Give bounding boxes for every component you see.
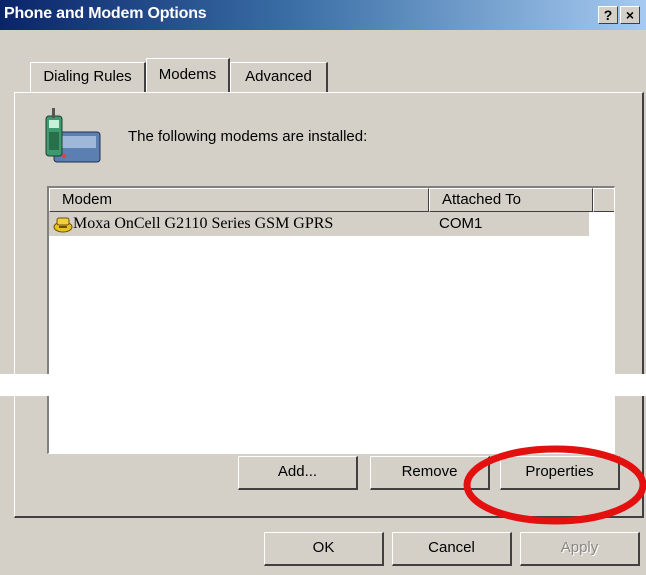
table-row[interactable]: Moxa OnCell G2110 Series GSM GPRS COM1 (49, 212, 589, 236)
screenshot-gap (0, 374, 646, 396)
phone-modem-icon (45, 108, 101, 163)
tab-modems[interactable]: Modems (146, 58, 230, 92)
modem-port: COM1 (439, 215, 483, 232)
properties-button[interactable]: Properties (500, 456, 620, 490)
modem-icon (53, 217, 73, 233)
modem-name: Moxa OnCell G2110 Series GSM GPRS (73, 215, 334, 232)
tab-advanced[interactable]: Advanced (230, 62, 328, 92)
phone-modem-options-window: Phone and Modem Options ? × Dialing Rule… (0, 0, 646, 575)
ok-button[interactable]: OK (264, 532, 384, 566)
intro-text: The following modems are installed: (128, 128, 368, 145)
tab-dialing-rules[interactable]: Dialing Rules (30, 62, 146, 92)
column-header-modem[interactable]: Modem (49, 188, 429, 212)
modems-listview[interactable]: Modem Attached To Moxa OnCell G2110 Seri… (47, 186, 615, 454)
window-title: Phone and Modem Options (4, 5, 207, 22)
column-header-filler (593, 188, 614, 212)
close-button[interactable]: × (620, 6, 640, 24)
add-button[interactable]: Add... (238, 456, 358, 490)
column-header-attached-to[interactable]: Attached To (429, 188, 593, 212)
apply-button: Apply (520, 532, 640, 566)
cancel-button[interactable]: Cancel (392, 532, 512, 566)
title-bar[interactable]: Phone and Modem Options ? × (0, 0, 646, 30)
help-button[interactable]: ? (598, 6, 618, 24)
remove-button[interactable]: Remove (370, 456, 490, 490)
